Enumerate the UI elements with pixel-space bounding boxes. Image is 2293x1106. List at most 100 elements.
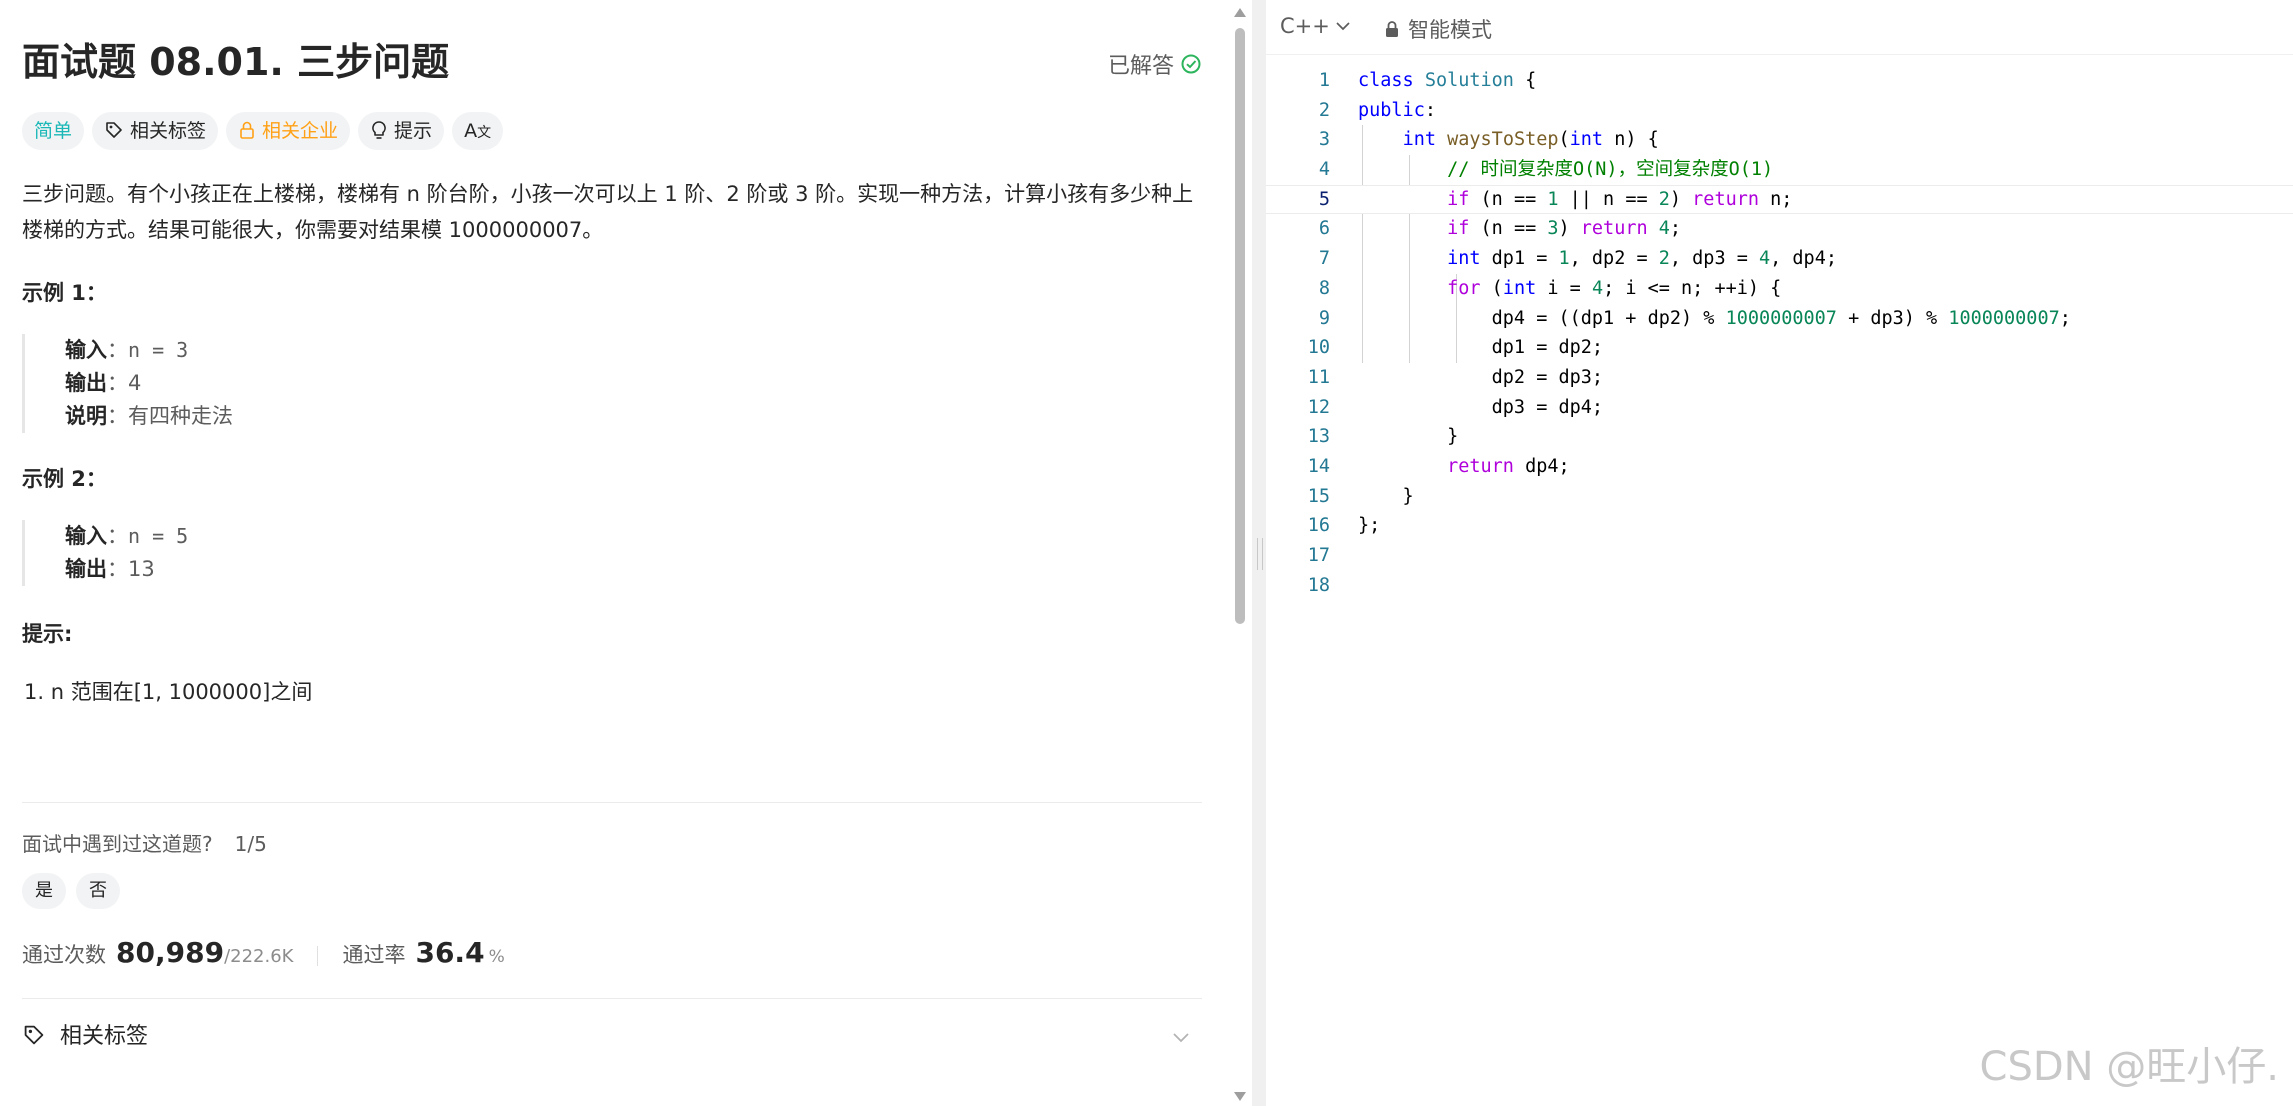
line-number: 12 — [1307, 396, 1330, 418]
splitter-grip[interactable] — [1257, 538, 1263, 570]
hints-title: 提示: — [22, 622, 73, 646]
chevron-down-icon[interactable] — [1170, 1026, 1192, 1048]
related-companies-button[interactable]: 相关企业 — [226, 112, 351, 150]
line-number: 1 — [1318, 70, 1330, 91]
editor-toolbar: C++ 智能模式 — [1266, 0, 2293, 55]
scroll-up-arrow[interactable] — [1234, 8, 1246, 17]
code-line: 9 dp4 = ((dp1 + dp2) % 1000000007 + dp3)… — [1266, 304, 2293, 334]
example-1-explain-row: 说明：有四种走法 — [65, 404, 233, 428]
output-label: 输出 — [65, 557, 107, 581]
lock-icon — [1386, 21, 1398, 37]
example-1-input-row: 输入：n = 3 — [65, 338, 189, 362]
code-line: 7 int dp1 = 1, dp2 = 2, dp3 = 4, dp4; — [1266, 244, 2293, 274]
hint-button[interactable]: 提示 — [358, 112, 445, 150]
hint-item: 1. n 范围在[1, 1000000]之间 — [24, 680, 313, 704]
difficulty-badge[interactable]: 简单 — [22, 112, 85, 150]
code-area[interactable]: 1 class Solution { 2 public: 3 int waysToS… — [1266, 66, 2293, 600]
line-number: 7 — [1318, 248, 1330, 270]
code-line: 1 class Solution { — [1266, 66, 2293, 96]
line-number: 10 — [1307, 337, 1330, 359]
code-line: 16}; — [1266, 511, 2293, 541]
check-circle-icon — [1180, 53, 1202, 81]
acceptance-stats: 通过次数 80,989/222.6K 通过率 36.4% — [22, 936, 505, 969]
related-section-label: 相关标签 — [60, 1024, 149, 1049]
code-line: 18 — [1266, 571, 2293, 601]
solved-status: 已解答 — [1108, 48, 1202, 81]
code-line: 15 } — [1266, 482, 2293, 512]
solved-label: 已解答 — [1107, 54, 1174, 79]
related-tags-section[interactable]: 相关标签 — [22, 1018, 1202, 1058]
code-line: 8 for (int i = 4; i <= n; ++i) { — [1266, 274, 2293, 304]
no-button[interactable]: 否 — [76, 873, 120, 909]
code-line: 3 int waysToStep(int n) { — [1266, 125, 2293, 155]
code-line: 12 dp3 = dp4; — [1266, 393, 2293, 423]
title-row: 面试题 08.01. 三步问题 已解答 — [22, 34, 1202, 90]
lock-icon — [240, 121, 254, 139]
tag-icon — [24, 1025, 44, 1045]
code-line: 4 // 时间复杂度O(N)，空间复杂度O(1) — [1266, 155, 2293, 185]
watermark: CSDN @旺小仔. — [1979, 1044, 2279, 1090]
scrollbar-thumb[interactable] — [1235, 28, 1245, 624]
problem-panel: 面试题 08.01. 三步问题 已解答 简单 相关标签 相关企业 提示 A文 三步问题。… — [0, 0, 1228, 1106]
stats-separator — [317, 946, 319, 966]
yes-button[interactable]: 是 — [22, 873, 66, 909]
code-editor-panel: C++ 智能模式 1 class Solution { 2 public: 3 in… — [1266, 0, 2293, 1106]
example-2-title: 示例 2： — [22, 467, 107, 491]
translate-button[interactable]: A文 — [452, 112, 504, 150]
code-line: 11 dp2 = dp3; — [1266, 363, 2293, 393]
example-1-box: 输入：n = 3 输出：4 说明：有四种走法 — [22, 334, 233, 433]
example-2-input-row: 输入：n = 5 — [65, 524, 189, 548]
code-line: 17 — [1266, 541, 2293, 571]
submission-count: /222.6K — [224, 946, 294, 967]
language-label: C++ — [1280, 14, 1330, 38]
code-line-active: 5 if (n == 1 || n == 2) return n; — [1266, 184, 2293, 215]
accepted-label: 通过次数 — [22, 943, 106, 967]
example-2-input: n = 5 — [128, 524, 189, 548]
mode-label: 智能模式 — [1408, 18, 1492, 42]
divider — [22, 998, 1202, 999]
related-companies-label: 相关企业 — [262, 120, 339, 142]
example-2-output-row: 输出：13 — [65, 557, 155, 581]
divider — [22, 802, 1202, 803]
example-2-output: 13 — [128, 557, 155, 581]
example-1-title: 示例 1： — [22, 281, 107, 305]
example-2-box: 输入：n = 5 输出：13 — [22, 520, 188, 586]
tag-icon — [106, 122, 122, 138]
interview-question-label: 面试中遇到过这道题? — [22, 832, 213, 856]
mode-indicator[interactable]: 智能模式 — [1384, 14, 1492, 44]
line-number: 18 — [1307, 574, 1330, 596]
interview-ratio: 1/5 — [234, 832, 267, 856]
line-number: 14 — [1307, 455, 1330, 477]
line-number: 11 — [1307, 366, 1330, 388]
hint-label: 提示 — [394, 120, 433, 142]
acceptance-rate: 36.4 — [415, 936, 485, 969]
related-tags-button[interactable]: 相关标签 — [92, 112, 219, 150]
rate-label: 通过率 — [342, 943, 406, 967]
line-number: 17 — [1307, 545, 1330, 566]
example-1-input: n = 3 — [128, 338, 189, 362]
rate-unit: % — [488, 947, 505, 967]
accepted-count: 80,989 — [116, 936, 225, 969]
example-1-output: 4 — [128, 371, 142, 395]
language-select[interactable]: C++ — [1280, 14, 1352, 38]
problem-description: 三步问题。有个小孩正在上楼梯，楼梯有 n 阶台阶，小孩一次可以上 1 阶、2 阶… — [22, 182, 1194, 242]
translate-icon: A — [464, 120, 478, 142]
lightbulb-icon — [372, 121, 386, 139]
interview-question: 面试中遇到过这道题? 1/5 — [22, 828, 267, 857]
code-line: 13 } — [1266, 422, 2293, 452]
explain-label: 说明 — [65, 404, 107, 428]
output-label: 输出 — [65, 371, 107, 395]
code-line: 2 public: — [1266, 96, 2293, 126]
line-number: 6 — [1318, 218, 1330, 240]
line-number: 2 — [1318, 99, 1330, 121]
problem-title: 面试题 08.01. 三步问题 — [22, 40, 450, 84]
input-label: 输入 — [65, 338, 107, 362]
related-tags-label: 相关标签 — [130, 120, 207, 142]
line-number: 4 — [1318, 159, 1330, 181]
interview-answers: 是否 — [22, 873, 130, 909]
line-number: 15 — [1307, 485, 1330, 507]
chevron-down-icon — [1336, 21, 1350, 30]
scroll-down-arrow[interactable] — [1234, 1092, 1246, 1101]
code-line: 14 return dp4; — [1266, 452, 2293, 482]
line-number: 9 — [1318, 307, 1330, 329]
